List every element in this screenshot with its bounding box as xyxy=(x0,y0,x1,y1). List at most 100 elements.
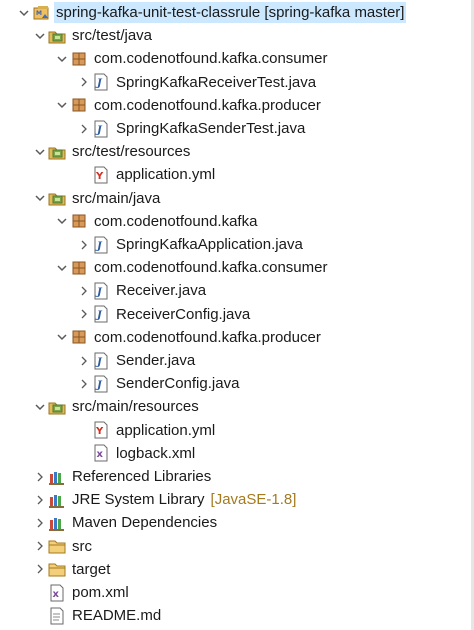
chevron-down-icon[interactable] xyxy=(16,1,32,24)
library-icon xyxy=(48,468,66,486)
tree-item-file-sender-config[interactable]: J SenderConfig.java xyxy=(76,372,241,395)
maven-project-icon: M xyxy=(32,4,50,22)
tree-item-src-main-java[interactable]: src/main/java xyxy=(32,187,162,210)
chevron-right-icon[interactable] xyxy=(32,465,48,488)
tree-item-label: logback.xml xyxy=(116,444,196,462)
tree-item-file-test-app-yml[interactable]: Yapplication.yml xyxy=(76,163,217,186)
java-file-icon: J xyxy=(92,236,110,254)
chevron-right-icon[interactable] xyxy=(32,488,48,511)
chevron-right-icon[interactable] xyxy=(32,535,48,558)
package-icon xyxy=(70,259,88,277)
tree-item-label: spring-kafka-unit-test-classrule [spring… xyxy=(54,2,407,23)
tree-item-label: src/test/java xyxy=(72,27,153,45)
tree-item-label: application.yml xyxy=(116,166,216,184)
chevron-down-icon[interactable] xyxy=(54,326,70,349)
source-folder-icon xyxy=(48,398,66,416)
tree-item-label: src/main/resources xyxy=(72,398,199,416)
tree-item-file-logback[interactable]: x logback.xml xyxy=(76,442,197,465)
source-folder-icon xyxy=(48,27,66,45)
tree-item-label: README.md xyxy=(72,607,162,625)
library-icon xyxy=(48,514,66,532)
tree-item-file-main-app-yml[interactable]: Yapplication.yml xyxy=(76,419,217,442)
java-file-icon: J xyxy=(92,73,110,91)
source-folder-icon xyxy=(48,189,66,207)
tree-item-project[interactable]: Mspring-kafka-unit-test-classrule [sprin… xyxy=(16,1,407,24)
tree-item-label: target xyxy=(72,560,111,578)
tree-item-pkg-test-producer[interactable]: com.codenotfound.kafka.producer xyxy=(54,94,323,117)
chevron-down-icon[interactable] xyxy=(54,94,70,117)
chevron-right-icon[interactable] xyxy=(76,372,92,395)
tree-item-folder-src[interactable]: src xyxy=(32,535,94,558)
xml-file-icon: x xyxy=(92,444,110,462)
chevron-right-icon[interactable] xyxy=(76,71,92,94)
chevron-down-icon[interactable] xyxy=(32,187,48,210)
tree-item-label: SpringKafkaReceiverTest.java xyxy=(116,73,317,91)
package-icon xyxy=(70,328,88,346)
tree-item-jre-library[interactable]: JRE System Library [JavaSE-1.8] xyxy=(32,488,296,511)
svg-text:Y: Y xyxy=(95,171,104,182)
project-explorer-tree: Mspring-kafka-unit-test-classrule [sprin… xyxy=(0,0,474,630)
tree-item-src-test-resources[interactable]: src/test/resources xyxy=(32,140,192,163)
folder-icon xyxy=(48,560,66,578)
svg-text:x: x xyxy=(53,589,60,600)
library-icon xyxy=(48,491,66,509)
tree-item-file-receiver-test[interactable]: J SpringKafkaReceiverTest.java xyxy=(76,71,318,94)
tree-item-label: Maven Dependencies xyxy=(72,514,218,532)
tree-item-file-application[interactable]: J SpringKafkaApplication.java xyxy=(76,233,305,256)
folder-icon xyxy=(48,537,66,555)
tree-item-file-receiver-config[interactable]: J ReceiverConfig.java xyxy=(76,303,252,326)
tree-item-pkg-main-producer[interactable]: com.codenotfound.kafka.producer xyxy=(54,326,323,349)
chevron-right-icon[interactable] xyxy=(32,511,48,534)
tree-item-label: src/test/resources xyxy=(72,143,191,161)
tree-item-src-test-java[interactable]: src/test/java xyxy=(32,24,154,47)
chevron-right-icon[interactable] xyxy=(76,279,92,302)
chevron-right-icon[interactable] xyxy=(76,349,92,372)
chevron-down-icon[interactable] xyxy=(54,47,70,70)
chevron-down-icon[interactable] xyxy=(32,395,48,418)
package-icon xyxy=(70,212,88,230)
tree-item-label: Receiver.java xyxy=(116,282,207,300)
java-file-icon: J xyxy=(92,352,110,370)
chevron-down-icon[interactable] xyxy=(32,140,48,163)
tree-item-label: src/main/java xyxy=(72,189,161,207)
tree-item-label: application.yml xyxy=(116,421,216,439)
chevron-right-icon[interactable] xyxy=(32,558,48,581)
chevron-down-icon[interactable] xyxy=(54,210,70,233)
chevron-right-icon[interactable] xyxy=(76,117,92,140)
tree-item-referenced-libraries[interactable]: Referenced Libraries xyxy=(32,465,213,488)
tree-item-file-readme[interactable]: README.md xyxy=(32,604,163,627)
tree-item-file-receiver[interactable]: J Receiver.java xyxy=(76,279,208,302)
chevron-right-icon[interactable] xyxy=(76,303,92,326)
yaml-file-icon: Y xyxy=(92,166,110,184)
tree-item-src-main-resources[interactable]: src/main/resources xyxy=(32,395,201,418)
chevron-down-icon[interactable] xyxy=(32,24,48,47)
chevron-right-icon[interactable] xyxy=(76,233,92,256)
java-file-icon: J xyxy=(92,120,110,138)
java-file-icon: J xyxy=(92,305,110,323)
tree-item-pkg-main-consumer[interactable]: com.codenotfound.kafka.consumer xyxy=(54,256,329,279)
tree-item-file-sender[interactable]: J Sender.java xyxy=(76,349,197,372)
tree-item-file-pom[interactable]: x pom.xml xyxy=(32,581,131,604)
tree-item-pkg-test-consumer[interactable]: com.codenotfound.kafka.consumer xyxy=(54,47,329,70)
tree-item-label: Sender.java xyxy=(116,352,196,369)
tree-item-label: src xyxy=(72,537,92,555)
tree-item-label: com.codenotfound.kafka xyxy=(94,212,258,230)
tree-item-label: SenderConfig.java xyxy=(116,375,240,393)
tree-item-label: SpringKafkaApplication.java xyxy=(116,236,303,253)
tree-item-folder-target[interactable]: target xyxy=(32,558,112,581)
package-icon xyxy=(70,96,88,114)
tree-item-pkg-main[interactable]: com.codenotfound.kafka xyxy=(54,210,259,233)
tree-item-label: com.codenotfound.kafka.producer xyxy=(94,328,321,346)
java-file-icon: J xyxy=(92,375,110,393)
tree-item-maven-dependencies[interactable]: Maven Dependencies xyxy=(32,511,219,534)
svg-text:M: M xyxy=(36,10,42,17)
tree-item-file-sender-test[interactable]: J SpringKafkaSenderTest.java xyxy=(76,117,307,140)
tree-item-label: com.codenotfound.kafka.consumer xyxy=(94,50,328,68)
chevron-down-icon[interactable] xyxy=(54,256,70,279)
tree-item-label: ReceiverConfig.java xyxy=(116,305,251,323)
